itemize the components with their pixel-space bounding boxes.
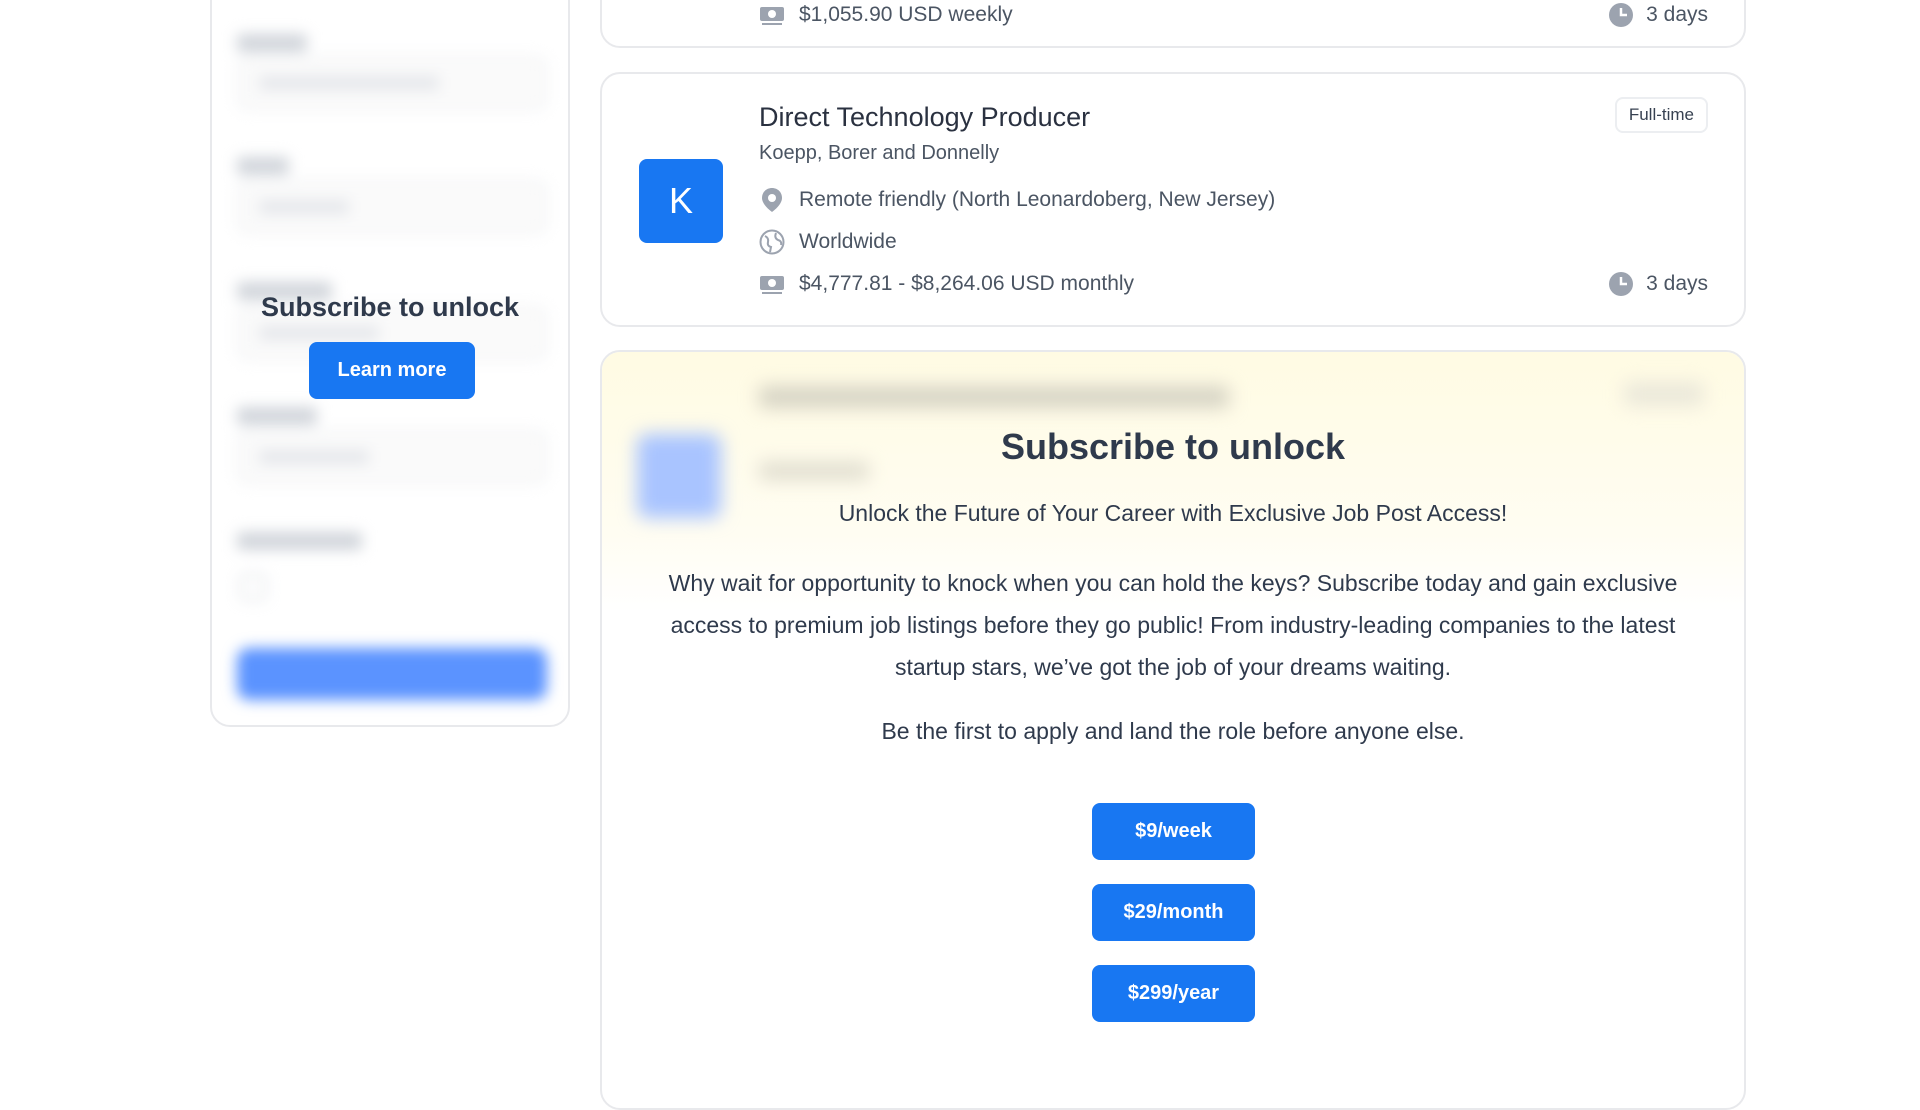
job-region-text: Worldwide xyxy=(799,230,897,253)
job-title[interactable]: Direct Technology Producer xyxy=(759,102,1090,133)
job-location: Remote friendly (North Leonardoberg, New… xyxy=(759,187,1275,213)
plan-monthly-button[interactable]: $29/month xyxy=(1092,884,1255,941)
job-posted-text: 3 days xyxy=(1646,3,1708,26)
money-icon xyxy=(759,271,785,297)
sidebar-lock-overlay: Subscribe to unlock Learn more xyxy=(212,0,568,725)
filters-sidebar: Subscribe to unlock Learn more xyxy=(210,0,570,727)
job-region: Worldwide xyxy=(759,229,897,255)
locked-subtitle: Unlock the Future of Your Career with Ex… xyxy=(838,500,1508,526)
company-name: Koepp, Borer and Donnelly xyxy=(759,142,1000,164)
clock-icon xyxy=(1608,271,1634,297)
sidebar-subscribe-title: Subscribe to unlock xyxy=(260,292,520,322)
company-logo: K xyxy=(639,159,723,243)
globe-icon xyxy=(759,229,785,255)
job-card[interactable]: K Direct Technology Producer Koepp, Bore… xyxy=(600,72,1746,327)
job-salary-text: $1,055.90 USD weekly xyxy=(799,3,1013,26)
job-salary-text: $4,777.81 - $8,264.06 USD monthly xyxy=(799,272,1135,295)
job-salary: $1,055.90 USD weekly xyxy=(759,2,1013,28)
job-posted: 3 days xyxy=(1608,271,1708,297)
plan-weekly-button[interactable]: $9/week xyxy=(1092,803,1255,860)
learn-more-button[interactable]: Learn more xyxy=(309,342,475,399)
job-card[interactable]: $1,055.90 USD weekly 3 days xyxy=(600,0,1746,48)
locked-note: Be the first to apply and land the role … xyxy=(881,718,1465,744)
locked-title: Subscribe to unlock xyxy=(1000,426,1346,467)
map-pin-icon xyxy=(759,187,785,213)
locked-job-card: Subscribe to unlock Unlock the Future of… xyxy=(600,350,1746,1110)
job-type-badge: Full-time xyxy=(1614,97,1708,133)
money-icon xyxy=(759,2,785,28)
plan-yearly-button[interactable]: $299/year xyxy=(1092,965,1255,1022)
job-posted: 3 days xyxy=(1608,2,1708,28)
clock-icon xyxy=(1608,2,1634,28)
job-posted-text: 3 days xyxy=(1646,272,1708,295)
job-salary: $4,777.81 - $8,264.06 USD monthly xyxy=(759,271,1134,297)
job-location-text: Remote friendly (North Leonardoberg, New… xyxy=(799,188,1276,211)
locked-description: Why wait for opportunity to knock when y… xyxy=(668,570,1678,680)
